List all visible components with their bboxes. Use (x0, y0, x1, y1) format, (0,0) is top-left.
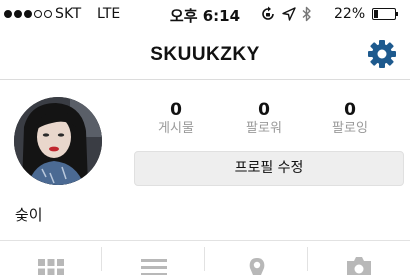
stat-followers[interactable]: 0 팔로워 (224, 100, 304, 138)
location-arrow-icon (282, 7, 296, 21)
stat-followers-label: 팔로워 (224, 120, 304, 138)
orientation-lock-icon (260, 6, 276, 22)
stat-following-count: 0 (310, 100, 390, 120)
tab-divider (204, 247, 205, 271)
profile-name: 숮이 (15, 204, 43, 225)
tab-divider (101, 247, 102, 271)
settings-button[interactable] (366, 38, 398, 70)
gear-icon (366, 38, 398, 70)
stat-posts-label: 게시물 (136, 120, 216, 138)
battery-fill (374, 10, 378, 18)
person-icon (242, 255, 272, 275)
status-icons (260, 6, 312, 22)
tab-tagged[interactable] (206, 241, 308, 271)
page-title: SKUUKZKY (0, 44, 410, 66)
tab-camera[interactable] (308, 241, 410, 271)
profile-tab-bar (0, 240, 410, 270)
profile-photo (14, 97, 102, 185)
stat-posts[interactable]: 0 게시물 (136, 100, 216, 138)
tab-grid[interactable] (0, 241, 102, 271)
battery-percent: 22% (334, 6, 365, 22)
edit-profile-button[interactable]: 프로필 수정 (134, 151, 404, 186)
camera-icon (344, 255, 374, 275)
stat-following-label: 팔로잉 (310, 120, 390, 138)
stat-posts-count: 0 (136, 100, 216, 120)
avatar[interactable] (14, 97, 102, 185)
stat-followers-count: 0 (224, 100, 304, 120)
list-icon (139, 255, 169, 275)
stat-following[interactable]: 0 팔로잉 (310, 100, 390, 138)
battery-nub (396, 12, 398, 16)
tab-list[interactable] (103, 241, 205, 271)
status-bar: SKT LTE 오후 6:14 22% (0, 0, 410, 30)
navigation-bar: SKUUKZKY (0, 30, 410, 80)
grid-icon (36, 255, 66, 275)
battery-icon (372, 8, 400, 20)
bluetooth-icon (302, 6, 312, 22)
profile-stats: 0 게시물 0 팔로워 0 팔로잉 (130, 100, 410, 142)
